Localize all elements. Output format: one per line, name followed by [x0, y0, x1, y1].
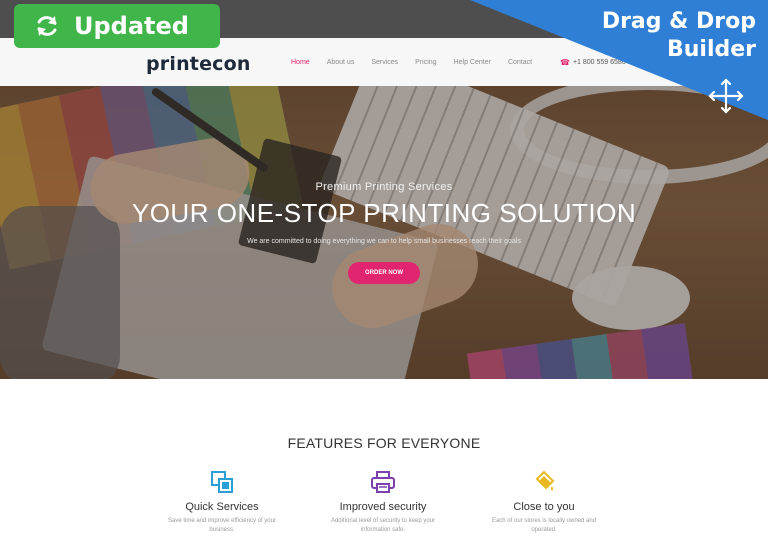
- nav-item-contact[interactable]: Contact: [508, 59, 532, 66]
- paint-bucket-icon: [531, 469, 557, 495]
- nav-item-home[interactable]: Home: [291, 59, 310, 66]
- feature-name: Improved security: [339, 501, 427, 513]
- nav-item-pricing[interactable]: Pricing: [415, 59, 436, 66]
- order-now-button[interactable]: ORDER NOW: [348, 262, 420, 284]
- site-logo[interactable]: printecon: [146, 53, 251, 75]
- main-nav: Home About us Services Pricing Help Cent…: [291, 59, 549, 66]
- nav-item-services[interactable]: Services: [371, 59, 398, 66]
- hero-overlay: [0, 86, 768, 379]
- feature-card: Close to you Each of our stores is local…: [479, 469, 609, 535]
- ribbon-line1: Drag & Drop: [601, 9, 756, 34]
- website-preview: printecon Home About us Services Pricing…: [0, 0, 768, 546]
- feature-card: Improved security Additional level of se…: [318, 469, 448, 535]
- updated-label: Updated: [74, 12, 189, 40]
- refresh-icon: [37, 16, 57, 36]
- nav-item-about-us[interactable]: About us: [327, 59, 355, 66]
- feature-name: Quick Services: [185, 501, 259, 513]
- move-arrows-icon: [708, 78, 744, 114]
- updated-badge: Updated: [14, 4, 220, 48]
- ribbon-line2: Builder: [666, 37, 756, 62]
- feature-card: Quick Services Save time and improve eff…: [157, 469, 287, 535]
- feature-description: Additional level of security to keep you…: [330, 518, 436, 533]
- features-title: FEATURES FOR EVERYONE: [287, 435, 481, 451]
- nav-item-help-center[interactable]: Help Center: [454, 59, 491, 66]
- copy-layers-icon: [209, 469, 235, 495]
- drag-drop-label: Drag & Drop Builder: [602, 8, 756, 64]
- hero-title: YOUR ONE-STOP PRINTING SOLUTION: [131, 198, 637, 228]
- features-section: FEATURES FOR EVERYONE Quick Services Sav…: [0, 379, 768, 546]
- hero-description: We are committed to doing everything we …: [247, 238, 521, 245]
- phone-icon: ☎: [560, 58, 570, 67]
- feature-name: Close to you: [513, 501, 575, 513]
- printer-icon: [370, 469, 396, 495]
- hero-section: Premium Printing Services YOUR ONE-STOP …: [0, 86, 768, 379]
- feature-description: Each of our stores is locally owned and …: [491, 518, 597, 533]
- feature-description: Save time and improve efficiency of your…: [168, 518, 276, 533]
- hero-subtitle: Premium Printing Services: [315, 181, 453, 193]
